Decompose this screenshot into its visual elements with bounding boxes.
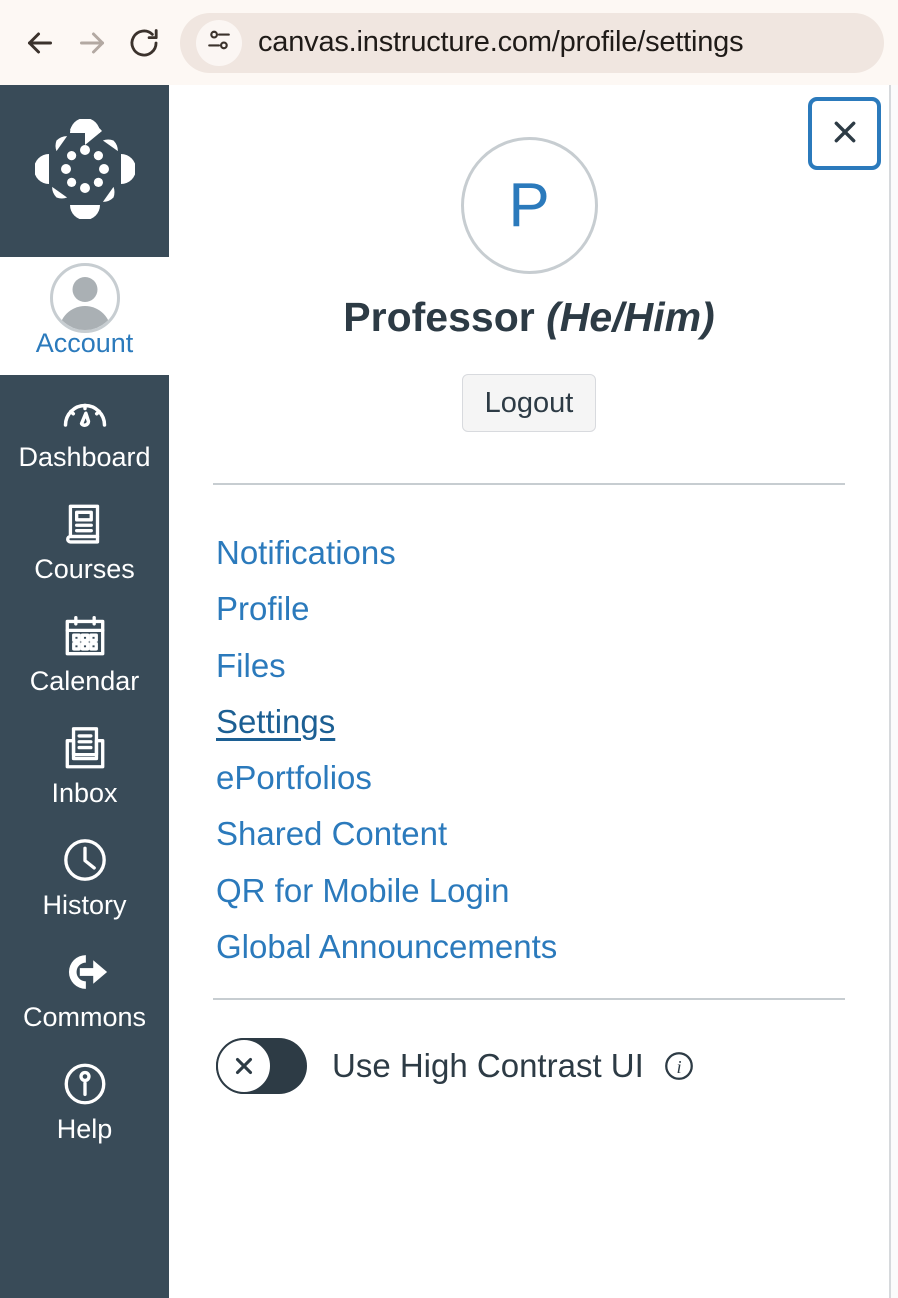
close-tray-button[interactable] xyxy=(808,97,881,170)
url-text: canvas.instructure.com/profile/settings xyxy=(258,26,743,59)
profile-header: P Professor (He/Him) Logout xyxy=(169,85,889,432)
link-shared-content[interactable]: Shared Content xyxy=(216,806,447,862)
sidebar-item-label: History xyxy=(42,889,126,921)
sidebar-item-label: Dashboard xyxy=(18,441,150,473)
link-profile[interactable]: Profile xyxy=(216,581,310,637)
calendar-icon xyxy=(60,609,110,663)
global-navigation-sidebar: Account Dashboard xyxy=(0,85,169,1298)
sidebar-item-label: Inbox xyxy=(51,777,117,809)
link-eportfolios[interactable]: ePortfolios xyxy=(216,750,372,806)
link-notifications[interactable]: Notifications xyxy=(216,525,396,581)
toggle-off-x-icon xyxy=(216,1038,272,1094)
inbox-tray-icon xyxy=(60,721,110,775)
page-behind-tray xyxy=(891,85,898,1298)
list-item: Files xyxy=(169,638,889,694)
divider-top xyxy=(213,483,845,485)
profile-tray: P Professor (He/Him) Logout Notification… xyxy=(169,85,891,1298)
browser-toolbar: canvas.instructure.com/profile/settings xyxy=(0,0,898,85)
browser-window: canvas.instructure.com/profile/settings xyxy=(0,0,898,1298)
divider-bottom xyxy=(213,998,845,1000)
high-contrast-label: Use High Contrast UI xyxy=(332,1047,644,1085)
reload-icon xyxy=(127,26,161,60)
sidebar-item-dashboard[interactable]: Dashboard xyxy=(0,375,169,487)
logout-button[interactable]: Logout xyxy=(462,374,597,432)
avatar-initial: P xyxy=(508,175,549,237)
list-item: Notifications xyxy=(169,525,889,581)
link-global-announcements[interactable]: Global Announcements xyxy=(216,919,557,975)
address-bar[interactable]: canvas.instructure.com/profile/settings xyxy=(180,13,884,73)
courses-book-icon xyxy=(60,497,110,551)
close-x-icon xyxy=(829,116,861,151)
list-item: Global Announcements xyxy=(169,919,889,975)
sidebar-item-label: Commons xyxy=(23,1001,146,1033)
list-item: Settings xyxy=(169,694,889,750)
page-title: Professor (He/Him) xyxy=(343,294,714,341)
sidebar-item-label: Calendar xyxy=(30,665,140,697)
list-item: Shared Content xyxy=(169,806,889,862)
list-item: Profile xyxy=(169,581,889,637)
forward-button[interactable] xyxy=(66,17,118,69)
sidebar-item-courses[interactable]: Courses xyxy=(0,487,169,599)
info-circle-icon[interactable]: i xyxy=(662,1049,696,1083)
high-contrast-row: Use High Contrast UI i xyxy=(169,1038,889,1094)
user-name: Professor xyxy=(343,294,534,340)
list-item: QR for Mobile Login xyxy=(169,863,889,919)
reload-button[interactable] xyxy=(118,17,170,69)
sidebar-item-account[interactable]: Account xyxy=(0,257,169,375)
arrow-left-icon xyxy=(22,25,58,61)
high-contrast-toggle[interactable] xyxy=(216,1038,307,1094)
dashboard-gauge-icon xyxy=(59,385,111,439)
clock-icon xyxy=(60,833,110,887)
canvas-logo-icon xyxy=(35,119,135,224)
user-pronouns: (He/Him) xyxy=(546,294,715,340)
site-info-button[interactable] xyxy=(196,20,242,66)
commons-arrow-icon xyxy=(59,945,111,999)
tune-icon xyxy=(206,27,232,58)
sidebar-item-help[interactable]: Help xyxy=(0,1047,169,1159)
back-button[interactable] xyxy=(14,17,66,69)
sidebar-item-commons[interactable]: Commons xyxy=(0,935,169,1047)
sidebar-item-history[interactable]: History xyxy=(0,823,169,935)
help-info-circle-icon xyxy=(60,1057,110,1111)
svg-text:i: i xyxy=(676,1057,681,1077)
list-item: ePortfolios xyxy=(169,750,889,806)
sidebar-item-calendar[interactable]: Calendar xyxy=(0,599,169,711)
link-qr-for-mobile-login[interactable]: QR for Mobile Login xyxy=(216,863,509,919)
canvas-logo-button[interactable] xyxy=(0,85,169,257)
link-files[interactable]: Files xyxy=(216,638,286,694)
avatar[interactable]: P xyxy=(461,137,598,274)
link-settings[interactable]: Settings xyxy=(216,694,335,750)
profile-links-list: Notifications Profile Files Settings ePo… xyxy=(169,525,889,975)
sidebar-item-inbox[interactable]: Inbox xyxy=(0,711,169,823)
sidebar-item-label: Help xyxy=(57,1113,113,1145)
sidebar-item-label: Courses xyxy=(34,553,135,585)
user-avatar-icon xyxy=(50,271,120,325)
arrow-right-icon xyxy=(74,25,110,61)
